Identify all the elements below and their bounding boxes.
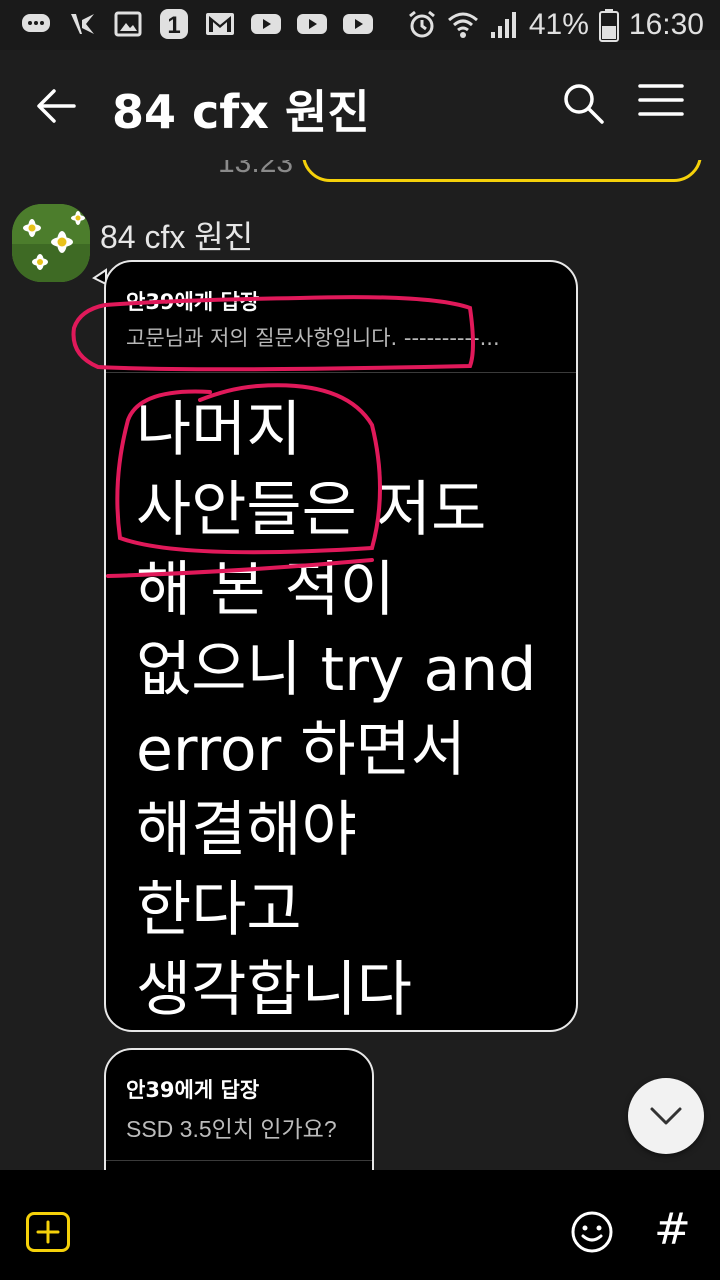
clock: 16:30 — [628, 8, 704, 41]
chat-bubble-icon — [20, 8, 52, 40]
emoji-icon — [571, 1211, 613, 1253]
sender-name[interactable]: 84 cfx 원진 — [100, 212, 253, 258]
app-bar: 84 cfx 원진 — [0, 50, 720, 160]
chevron-down-icon — [650, 1107, 682, 1125]
youtube-icon — [250, 8, 282, 40]
hashtag-button[interactable]: # — [654, 1204, 691, 1255]
divider — [106, 1160, 372, 1161]
message-bubble[interactable]: 안39에게 답장 SSD 3.5인치 인가요? — [104, 1048, 374, 1170]
menu-button[interactable] — [636, 80, 692, 130]
message-line: 사안들은 저도 — [136, 475, 487, 545]
reply-to-label: 안39에게 답장 — [126, 1078, 260, 1102]
message-bubble[interactable]: 안39에게 답장 고문님과 저의 질문사항입니다. ----------... … — [104, 260, 578, 1032]
signal-icon — [490, 12, 516, 38]
message-time: 13:23 — [218, 160, 294, 179]
reply-quote[interactable]: 안39에게 답장 SSD 3.5인치 인가요? — [126, 1074, 352, 1144]
gallery-icon — [112, 8, 144, 40]
divider — [106, 372, 576, 373]
plus-icon — [36, 1220, 60, 1244]
attach-button[interactable] — [26, 1212, 70, 1252]
menu-icon — [638, 84, 684, 116]
back-button[interactable] — [30, 80, 82, 132]
input-bar: # — [0, 1170, 720, 1280]
previous-message-bubble[interactable] — [302, 160, 702, 182]
notification-1-icon: 1 — [158, 8, 190, 40]
battery-percent: 41% — [528, 8, 589, 41]
emoji-button[interactable] — [570, 1210, 614, 1254]
arrow-left-icon — [37, 89, 76, 123]
search-button[interactable] — [560, 80, 610, 130]
message-line: 생각합니다 — [136, 955, 412, 1025]
chat-title: 84 cfx 원진 — [112, 85, 370, 139]
reply-to-label: 안39에게 답장 — [126, 290, 260, 314]
message-line: 없으니 try and — [136, 635, 537, 705]
vpn-icon — [66, 8, 98, 40]
notification-icons: 1 — [20, 8, 374, 40]
message-line: 해 본 적이 — [136, 555, 395, 625]
reply-preview: SSD 3.5인치 인가요? — [126, 1116, 337, 1142]
wifi-icon — [447, 12, 478, 38]
message-line: 한다고 — [136, 875, 302, 945]
youtube-icon — [296, 8, 328, 40]
message-line: error 하면서 — [136, 715, 466, 785]
message-text: 나머지 사안들은 저도 해 본 적이 없으니 try and error 하면서… — [136, 390, 556, 1030]
system-status: 41% 16:30 — [407, 8, 704, 42]
message-line: 나머지 — [136, 395, 302, 465]
battery-icon — [598, 9, 619, 42]
reply-preview: 고문님과 저의 질문사항입니다. ----------... — [126, 326, 500, 350]
youtube-icon — [342, 8, 374, 40]
gmail-icon — [204, 8, 236, 40]
reply-quote[interactable]: 안39에게 답장 고문님과 저의 질문사항입니다. ----------... — [126, 286, 556, 352]
svg-text:1: 1 — [167, 12, 180, 39]
alarm-icon — [408, 10, 435, 38]
message-line: 해결해야 — [136, 795, 357, 865]
avatar[interactable] — [12, 204, 90, 282]
scroll-to-bottom-button[interactable] — [628, 1078, 704, 1154]
status-bar: 1 41% 16:30 — [0, 0, 720, 50]
search-icon — [564, 84, 604, 124]
chat-area[interactable]: 13:23 84 cfx 원진 안39에게 답장 고문님과 저의 질문사항입니다… — [0, 160, 720, 1170]
